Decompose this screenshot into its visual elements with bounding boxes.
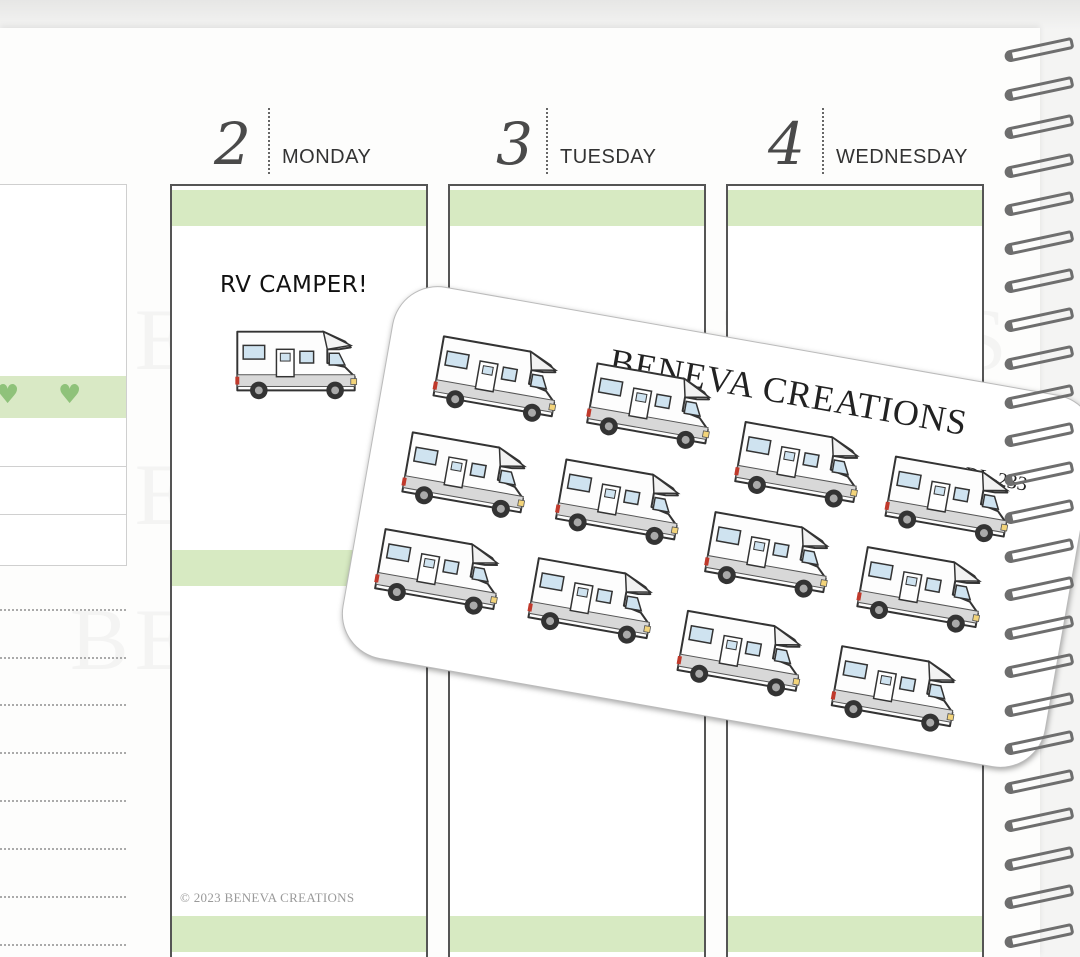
rv-camper-icon xyxy=(374,528,500,615)
day-number-tuesday: 3 xyxy=(496,110,533,178)
day-separator xyxy=(546,108,548,174)
green-band xyxy=(172,190,426,226)
green-band xyxy=(728,916,982,952)
dotted-rule xyxy=(0,848,126,850)
green-band xyxy=(172,916,426,952)
day-separator xyxy=(822,108,824,174)
desk-background xyxy=(0,0,1080,30)
day-number-monday: 2 xyxy=(214,110,251,178)
rv-camper-icon xyxy=(676,609,803,697)
day-name-wednesday: WEDNESDAY xyxy=(836,146,968,168)
rv-camper-icon xyxy=(432,335,559,422)
rv-camper-icon xyxy=(401,431,527,518)
rv-camper-icon xyxy=(554,458,681,545)
day-name-monday: MONDAY xyxy=(282,146,372,168)
dotted-rule xyxy=(0,609,126,611)
heart-icon: ♥ xyxy=(0,380,20,410)
day-separator xyxy=(268,108,270,174)
rv-camper-icon xyxy=(830,645,957,732)
copyright-text: © 2023 BENEVA CREATIONS xyxy=(180,890,355,905)
dotted-rule xyxy=(0,944,126,946)
green-band xyxy=(450,190,704,226)
sticker-label: RV CAMPER! xyxy=(220,272,369,298)
day-name-tuesday: TUESDAY xyxy=(560,146,657,168)
green-band xyxy=(728,190,982,226)
dotted-rule xyxy=(0,896,126,898)
rv-camper-icon xyxy=(235,330,358,400)
heart-icon: ♥ xyxy=(58,380,82,410)
green-band xyxy=(450,916,704,952)
left-notes-box xyxy=(0,184,127,566)
dotted-rule xyxy=(0,752,126,754)
dotted-rule xyxy=(0,657,126,659)
dotted-rule xyxy=(0,800,126,802)
day-number-wednesday: 4 xyxy=(768,110,805,178)
left-rule xyxy=(0,514,126,515)
dotted-rule xyxy=(0,704,126,706)
left-rule xyxy=(0,466,126,467)
rv-camper-icon xyxy=(527,557,653,644)
